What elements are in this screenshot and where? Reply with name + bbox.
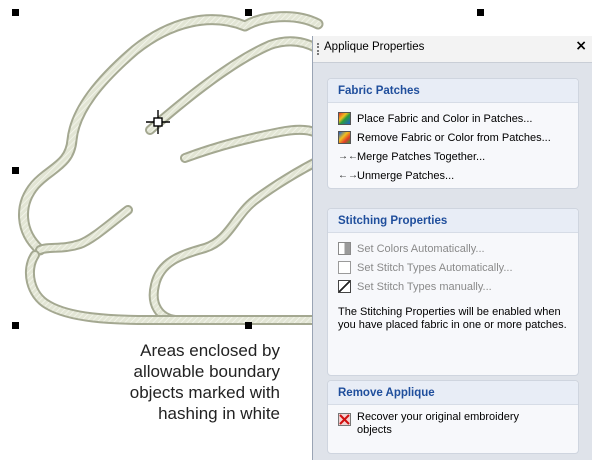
- remove-fabric-icon: [338, 131, 351, 144]
- applique-properties-panel: Applique Properties × Fabric Patches Pla…: [312, 36, 592, 460]
- group-heading-remove-applique[interactable]: Remove Applique: [328, 381, 578, 405]
- item-label: Remove Fabric or Color from Patches...: [357, 131, 551, 144]
- selection-handle-bottom-left[interactable]: [12, 322, 19, 329]
- ear-stitch: [145, 36, 321, 135]
- selection-handle-top-middle[interactable]: [245, 9, 252, 16]
- set-colors-icon: [338, 242, 351, 255]
- panel-title: Applique Properties: [324, 41, 425, 53]
- item-label: Place Fabric and Color in Patches...: [357, 112, 533, 125]
- recover-embroidery-link[interactable]: Recover your original embroidery objects: [338, 411, 578, 437]
- fabric-patches-group: Fabric Patches Place Fabric and Color in…: [327, 78, 579, 189]
- selection-handle-top-left[interactable]: [12, 9, 19, 16]
- stitch-types-auto-icon: [338, 261, 351, 274]
- stitch-types-manual-icon: [338, 280, 351, 293]
- item-label: Set Stitch Types manually...: [357, 280, 492, 293]
- merge-arrows-icon: →←: [338, 151, 358, 162]
- selection-handle-middle-left[interactable]: [12, 167, 19, 174]
- item-label: Unmerge Patches...: [357, 169, 455, 182]
- item-label: Set Stitch Types Automatically...: [357, 261, 513, 274]
- place-fabric-link[interactable]: Place Fabric and Color in Patches...: [338, 109, 578, 128]
- set-stitch-types-automatically-link: Set Stitch Types Automatically...: [338, 258, 578, 277]
- remove-applique-group: Remove Applique Recover your original em…: [327, 380, 579, 454]
- stitching-note: The Stitching Properties will be enabled…: [338, 306, 567, 331]
- selection-handle-bottom-middle[interactable]: [245, 322, 252, 329]
- remove-fabric-link[interactable]: Remove Fabric or Color from Patches...: [338, 128, 578, 147]
- caption-line: Areas enclosed by: [140, 341, 280, 360]
- annotation-caption: Areas enclosed by allowable boundary obj…: [0, 340, 280, 424]
- item-label: Merge Patches Together...: [357, 150, 486, 163]
- caption-line: hashing in white: [158, 404, 280, 423]
- panel-titlebar[interactable]: Applique Properties ×: [313, 36, 592, 63]
- group-heading-fabric-patches[interactable]: Fabric Patches: [328, 79, 578, 103]
- item-label: Set Colors Automatically...: [357, 242, 485, 255]
- stitching-properties-group: Stitching Properties Set Colors Automati…: [327, 208, 579, 376]
- body-stitch: [148, 155, 325, 325]
- recover-icon: [338, 413, 351, 426]
- selection-handle-top-right[interactable]: [477, 9, 484, 16]
- item-label: Recover your original embroidery objects: [357, 411, 520, 436]
- drag-grip-icon[interactable]: [317, 43, 321, 55]
- merge-patches-link[interactable]: →← Merge Patches Together...: [338, 147, 578, 166]
- place-fabric-icon: [338, 112, 351, 125]
- set-colors-automatically-link: Set Colors Automatically...: [338, 239, 578, 258]
- unmerge-arrows-icon: ←→: [338, 170, 358, 181]
- unmerge-patches-link[interactable]: ←→ Unmerge Patches...: [338, 166, 578, 185]
- caption-line: allowable boundary: [133, 362, 281, 381]
- caption-line: objects marked with: [129, 383, 280, 402]
- set-stitch-types-manually-link: Set Stitch Types manually...: [338, 277, 578, 296]
- close-icon[interactable]: ×: [575, 38, 587, 54]
- group-heading-stitching-properties[interactable]: Stitching Properties: [328, 209, 578, 233]
